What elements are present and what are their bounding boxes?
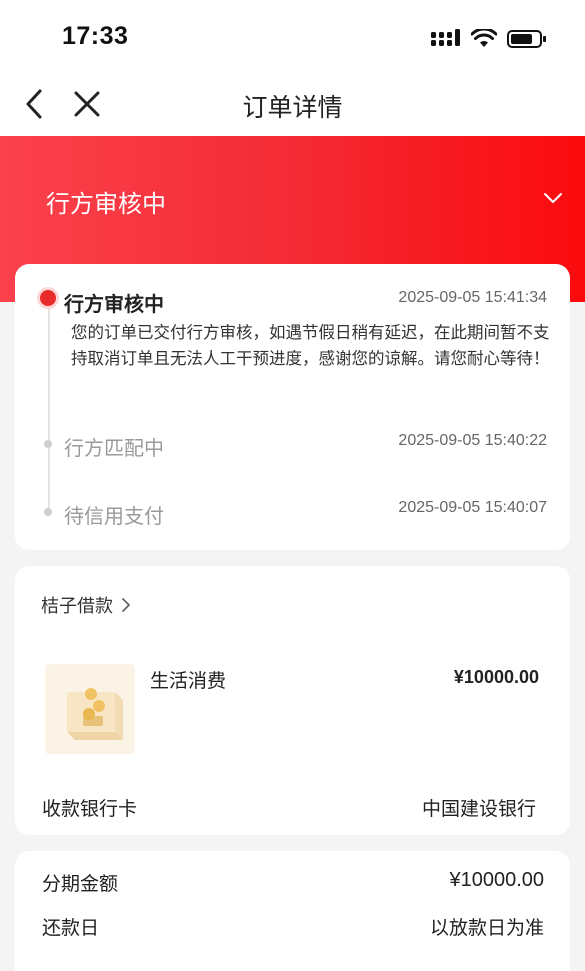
repay-day-value: 以放款日为准: [429, 917, 544, 939]
timeline-dot: [44, 508, 52, 516]
chevron-right-icon: [122, 598, 130, 612]
loan-info-card: 桔子借款 生活消费 ¥10000.00 收款银行卡 中国建设银行: [15, 566, 570, 835]
timeline-step-time: 2025-09-05 15:41:34: [398, 289, 547, 306]
repay-day-label: 还款日: [42, 917, 100, 939]
loan-amount: ¥10000.00: [453, 667, 539, 687]
wifi-icon: [471, 29, 497, 47]
timeline-step-description: 您的订单已交付行方审核，如遇节假日稍有延迟，在此期间暂不支持取消订单且无法人工干…: [71, 323, 550, 368]
bank-card-value: 中国建设银行: [421, 798, 536, 820]
loan-product-image: [45, 664, 135, 754]
battery-icon: [507, 30, 546, 48]
timeline-dot-active: [40, 290, 56, 306]
loan-provider-link[interactable]: 桔子借款: [41, 592, 131, 618]
timeline-dot: [44, 440, 52, 448]
page-title: 订单详情: [242, 93, 343, 122]
status-time: 17:33: [62, 22, 129, 50]
order-status-title: 行方审核中: [46, 190, 166, 218]
timeline-step-title: 待信用支付: [64, 504, 164, 528]
signal-icon: [431, 29, 460, 46]
nav-bar: 订单详情: [0, 76, 585, 136]
installment-amount-value: ¥10000.00: [449, 869, 544, 891]
order-timeline-card: 行方审核中 2025-09-05 15:41:34 您的订单已交付行方审核，如遇…: [15, 264, 570, 550]
status-icons: [431, 28, 547, 50]
bank-card-label: 收款银行卡: [42, 798, 138, 820]
loan-purpose: 生活消费: [150, 670, 227, 692]
coin-box-icon: [67, 688, 123, 740]
loan-provider-name: 桔子借款: [41, 596, 113, 617]
timeline-step-time: 2025-09-05 15:40:22: [398, 432, 547, 449]
timeline-step-time: 2025-09-05 15:40:07: [398, 499, 547, 516]
repayment-terms-card: 分期金额 ¥10000.00 还款日 以放款日为准: [15, 851, 570, 971]
chevron-down-icon[interactable]: [541, 186, 565, 210]
timeline-step-title: 行方匹配中: [64, 436, 164, 460]
installment-amount-label: 分期金额: [42, 873, 119, 895]
status-bar: 17:33: [0, 0, 585, 76]
timeline-line: [48, 304, 50, 516]
timeline-step-title: 行方审核中: [64, 292, 164, 316]
